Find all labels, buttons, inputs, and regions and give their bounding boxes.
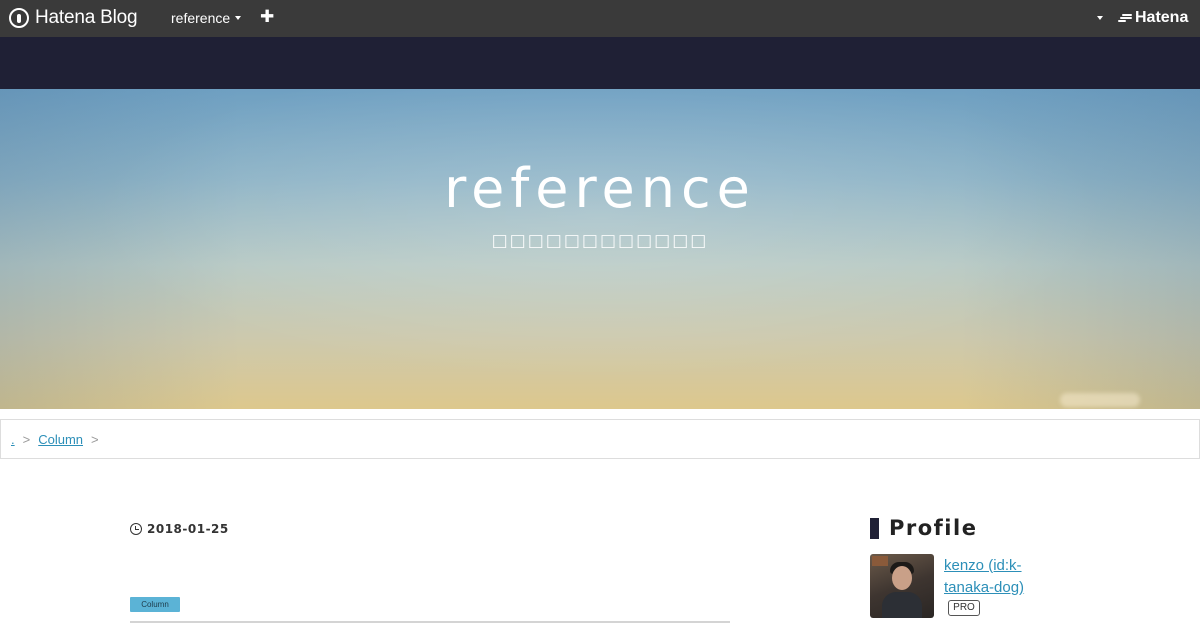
plus-icon: ✚ bbox=[260, 7, 275, 27]
logo-text: Hatena Blog bbox=[35, 7, 138, 28]
breadcrumb-separator: > bbox=[22, 431, 31, 447]
profile-module-heading: Profile bbox=[870, 516, 977, 540]
hatena-brand-text: Hatena bbox=[1135, 9, 1189, 26]
blog-description: □□□□□□□□□□□□ bbox=[491, 231, 709, 251]
avatar[interactable] bbox=[870, 554, 934, 618]
category-tag[interactable]: Column bbox=[130, 597, 180, 612]
breadcrumb-home-link[interactable]: . bbox=[11, 432, 15, 447]
pro-badge: PRO bbox=[948, 600, 980, 616]
hatena-blog-logo[interactable]: Hatena Blog bbox=[9, 7, 138, 29]
breadcrumb-separator: > bbox=[91, 431, 99, 447]
blog-selector-label: reference bbox=[171, 10, 231, 26]
profile-heading-text: Profile bbox=[889, 516, 978, 540]
clock-icon bbox=[130, 523, 142, 535]
global-header: Hatena Blog reference ✚ Hatena bbox=[0, 0, 1200, 37]
profile-name-link[interactable]: kenzo (id:k-tanaka-dog) bbox=[944, 555, 1064, 599]
hatena-blog-logo-icon bbox=[9, 8, 29, 28]
add-post-button[interactable]: ✚ bbox=[260, 7, 274, 27]
chevron-down-icon bbox=[235, 16, 242, 20]
breadcrumb-category-link[interactable]: Column bbox=[38, 432, 83, 447]
hatena-brand-link[interactable]: Hatena bbox=[1118, 9, 1188, 27]
hatena-wings-icon bbox=[1118, 12, 1132, 24]
header-band bbox=[0, 37, 1200, 89]
user-menu-chevron-icon[interactable] bbox=[1097, 16, 1103, 20]
breadcrumb: . > Column > bbox=[0, 419, 1200, 459]
article-date-text: 2018-01-25 bbox=[147, 522, 229, 536]
heading-accent-bar bbox=[870, 517, 879, 539]
article-divider bbox=[130, 621, 730, 623]
blog-selector[interactable]: reference bbox=[171, 10, 242, 26]
cloud-decoration bbox=[1060, 393, 1140, 407]
article-date[interactable]: 2018-01-25 bbox=[130, 522, 229, 536]
blog-header-image: reference □□□□□□□□□□□□ bbox=[0, 89, 1200, 409]
blog-title[interactable]: reference bbox=[0, 157, 1200, 220]
